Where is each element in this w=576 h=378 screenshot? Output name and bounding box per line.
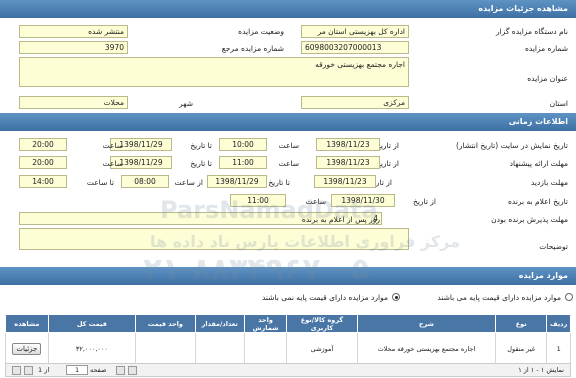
pager-page-label: صفحه (90, 366, 107, 374)
offer-from-date-field[interactable]: 1398/11/23 (316, 156, 380, 169)
table-pager: نمایش ۱ - ۱ از ۱ از 1 1 صفحه (5, 363, 571, 377)
display-to-time-label: ساعت (102, 141, 123, 150)
page-header: مشاهده جزئیات مزایده (0, 0, 576, 18)
page-number-input[interactable]: 1 (66, 365, 89, 375)
number-field[interactable]: 6098003207000013 (301, 41, 409, 54)
next-page-icon[interactable] (116, 366, 125, 375)
offer-to-time-field[interactable]: 20:00 (19, 156, 67, 169)
display-date-label: تاریخ نمایش در سایت (تاریخ انتشار) (456, 141, 568, 150)
col-desc: شرح (356, 314, 497, 333)
visit-from-date-field[interactable]: 1398/11/23 (314, 175, 376, 188)
has-base-price-label: موارد مزایده دارای قیمت پایه می باشند (437, 293, 561, 302)
cell-price-unit (135, 332, 196, 365)
items-table: ردیف نوع شرح گروه کالا/نوع کاربری واحد ش… (5, 314, 571, 365)
ref-number-label: شماره مزایده مرجع (221, 44, 284, 53)
city-label: شهر (179, 99, 193, 108)
offer-to-time-label: ساعت (102, 159, 123, 168)
pager-of-label: از 1 (38, 366, 50, 374)
visit-to-date-label: تا تاریخ (268, 178, 290, 187)
org-field[interactable]: اداره کل بهزیستی استان مر (301, 25, 409, 38)
city-field[interactable]: محلات (19, 96, 128, 109)
first-page-icon[interactable] (12, 366, 21, 375)
watermark-phone: ۰۲۱-۸۸۳۴۹۶۷۰-۵ (125, 252, 370, 287)
status-label: وضعیت مزایده (238, 27, 284, 36)
ref-number-field[interactable]: 3970 (19, 41, 128, 54)
col-type: نوع (495, 314, 548, 333)
display-from-time-label: ساعت (278, 141, 299, 150)
watermark-brand: ParsNamadData (160, 196, 378, 224)
visit-from-time-label: از ساعت (174, 178, 204, 187)
cell-view: جزئیات (5, 332, 49, 365)
org-label: نام دستگاه مزایده گزار (495, 27, 568, 36)
province-field[interactable]: مرکزی (301, 96, 409, 109)
cell-unit (243, 332, 288, 365)
offer-deadline-label: مهلت ارائه پیشنهاد (509, 159, 568, 168)
col-row: ردیف (546, 314, 571, 333)
announce-from-date-label: از تاریخ (412, 197, 436, 206)
visit-to-time-field[interactable]: 14:00 (19, 175, 67, 188)
visit-deadline-label: مهلت بازدید (530, 178, 568, 187)
title-label: عنوان مزایده (527, 74, 568, 83)
cell-total: ۳۲,۰۰۰,۰۰۰ (47, 332, 137, 365)
items-table-header: ردیف نوع شرح گروه کالا/نوع کاربری واحد ش… (5, 314, 571, 333)
table-row: 1 غیر منقول اجاره مجتمع بهزیستی خورقه مح… (5, 332, 571, 365)
offer-from-time-field[interactable]: 11:00 (219, 156, 267, 169)
offer-to-date-label: تا تاریخ (190, 159, 212, 168)
time-section-header: اطلاعات زمانی (0, 113, 576, 131)
cell-group: آموزشی (286, 332, 358, 365)
has-base-price-radio[interactable] (565, 293, 573, 301)
visit-to-time-label: تا ساعت (86, 178, 114, 187)
col-total: قیمت کل (47, 314, 137, 333)
col-price-unit: واحد قیمت (135, 314, 196, 333)
watermark-tagline: مرکز فراوری اطلاعات پارس ناد داده ها (150, 232, 460, 251)
display-from-time-field[interactable]: 10:00 (219, 138, 267, 151)
visit-to-date-field[interactable]: 1398/11/29 (207, 175, 267, 188)
province-label: استان (549, 99, 568, 108)
description-label: توضیحات (539, 242, 568, 251)
col-view: مشاهده (5, 314, 49, 333)
col-qty: تعداد/مقدار (194, 314, 245, 333)
title-field[interactable]: اجاره مجتمع بهزیستی خورقه (19, 57, 409, 87)
col-unit: واحد شمارش (243, 314, 288, 333)
visit-from-time-field[interactable]: 08:00 (121, 175, 169, 188)
display-to-time-field[interactable]: 20:00 (19, 138, 67, 151)
display-to-date-label: تا تاریخ (190, 141, 212, 150)
cell-type: غیر منقول (495, 332, 548, 365)
items-section-title: موارد مزایده (518, 271, 568, 280)
cell-row: 1 (546, 332, 571, 365)
col-group: گروه کالا/نوع کاربری (286, 314, 358, 333)
time-section-title: اطلاعات زمانی (508, 117, 568, 126)
page-title: مشاهده جزئیات مزایده (478, 4, 568, 13)
accept-deadline-label: مهلت پذیرش برنده بودن (491, 215, 568, 224)
status-field[interactable]: منتشر شده (19, 25, 128, 38)
no-base-price-radio[interactable] (392, 293, 400, 301)
number-label: شماره مزایده (524, 44, 568, 53)
pager-summary: نمایش ۱ - ۱ از ۱ (518, 366, 564, 374)
details-button[interactable]: جزئیات (12, 342, 42, 355)
cell-desc: اجاره مجتمع بهزیستی خورقه محلات (356, 332, 497, 365)
announce-date-label: تاریخ اعلام به برنده (507, 197, 568, 206)
prev-page-icon[interactable] (24, 366, 33, 375)
no-base-price-label: موارد مزایده دارای قیمت پایه نمی باشند (262, 293, 388, 302)
cell-qty (194, 332, 245, 365)
last-page-icon[interactable] (128, 366, 137, 375)
offer-from-time-label: ساعت (278, 159, 299, 168)
display-from-date-field[interactable]: 1398/11/23 (316, 138, 380, 151)
